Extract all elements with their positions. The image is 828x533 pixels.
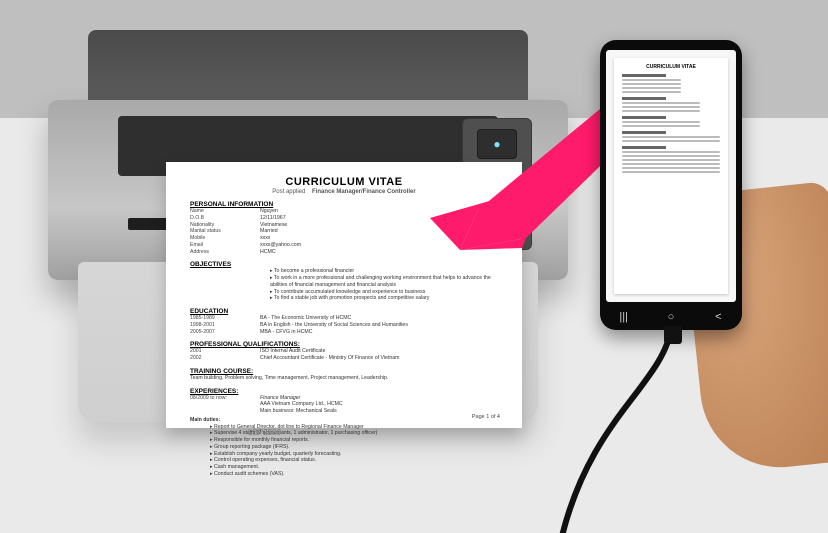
- qual-0-y: 2001: [190, 348, 260, 355]
- lbl-addr: Address: [190, 249, 260, 256]
- exp-period: 08/2009 to now:: [190, 395, 260, 402]
- edu-0-y: 1985-1989: [190, 315, 260, 322]
- duty-7: Conduct audit schemes (VAS).: [190, 471, 498, 478]
- nav-back-button[interactable]: <: [711, 310, 725, 324]
- post-applied-label: Post applied: [272, 189, 305, 195]
- heading-education: EDUCATION: [190, 308, 498, 315]
- duty-0: Report to General Director, dot line to …: [190, 424, 498, 431]
- heading-exp: EXPERIENCES:: [190, 388, 498, 395]
- obj-3: To find a stable job with promotion pros…: [190, 295, 498, 302]
- duty-4: Establish company yearly budget, quarter…: [190, 451, 498, 458]
- duty-3: Group reporting package (IFRS).: [190, 444, 498, 451]
- section-qualifications: PROFESSIONAL QUALIFICATIONS: 2001ISO Int…: [190, 341, 498, 362]
- section-education: EDUCATION 1985-1989BA - The Economic Uni…: [190, 308, 498, 335]
- lbl-email: Email: [190, 242, 260, 249]
- preview-sec-3: [622, 116, 666, 119]
- obj-0: To become a professional financier: [190, 268, 498, 275]
- heading-training: TRAINING COURSE:: [190, 368, 498, 375]
- print-preview-page: CURRICULUM VITAE: [614, 58, 728, 294]
- duty-1: Supervise 4 staffs (2 accountants, 1 adm…: [190, 430, 498, 437]
- preview-title: CURRICULUM VITAE: [622, 64, 720, 70]
- val-addr: HCMC: [260, 249, 498, 256]
- heading-qual: PROFESSIONAL QUALIFICATIONS:: [190, 341, 498, 348]
- page-indicator: Page 1 of 4: [472, 414, 500, 420]
- printer-status-button[interactable]: ●: [477, 129, 517, 159]
- edu-1-y: 1998-2001: [190, 322, 260, 329]
- obj-2: To contribute accumulated knowledge and …: [190, 289, 498, 296]
- edu-2-t: MBA - CFVG in HCMC: [260, 329, 498, 336]
- edu-0-t: BA - The Economic University of HCMC: [260, 315, 498, 322]
- nav-home-button[interactable]: ○: [664, 310, 678, 324]
- lbl-mob: Mobile: [190, 235, 260, 242]
- duty-2: Responsible for monthly financial report…: [190, 437, 498, 444]
- qual-0-t: ISO Internal Audit Certificate: [260, 348, 498, 355]
- lbl-name: Name: [190, 208, 260, 215]
- val-mar: Married: [260, 228, 498, 235]
- post-applied-value: Finance Manager/Finance Controller: [312, 189, 416, 195]
- qual-1-t: Chief Accountant Certificate - Ministry …: [260, 355, 498, 362]
- photo-scene: ● ⏻ CURRICULUM VITAE Post applied Financ…: [0, 0, 828, 533]
- cv-post-applied: Post applied Finance Manager/Finance Con…: [190, 189, 498, 195]
- exp-biz: Main business: Mechanical Seals: [260, 408, 498, 415]
- val-name: Nguyen: [260, 208, 498, 215]
- cv-title: CURRICULUM VITAE: [190, 176, 498, 188]
- section-personal: PERSONAL INFORMATION NameNguyen D.O.B12/…: [190, 201, 498, 255]
- val-nat: Vietnamese: [260, 222, 498, 229]
- qual-1-y: 2002: [190, 355, 260, 362]
- heading-objectives: OBJECTIVES: [190, 261, 498, 268]
- preview-sec-1: [622, 74, 666, 77]
- heading-personal: PERSONAL INFORMATION: [190, 201, 498, 208]
- duty-6: Cash management.: [190, 464, 498, 471]
- printed-cv-page: CURRICULUM VITAE Post applied Finance Ma…: [166, 162, 522, 428]
- phone-screen[interactable]: CURRICULUM VITAE: [606, 50, 736, 302]
- preview-sec-5: [622, 146, 666, 149]
- val-email: xxxx@yahoo.com: [260, 242, 498, 249]
- section-objectives: OBJECTIVES To become a professional fina…: [190, 261, 498, 302]
- nav-recent-button[interactable]: |||: [617, 310, 631, 324]
- edu-1-t: BA in English - the University of Social…: [260, 322, 498, 329]
- printer-model-label: LBP2900: [248, 428, 281, 437]
- laser-printer: ● ⏻ CURRICULUM VITAE Post applied Financ…: [48, 30, 568, 410]
- lbl-dob: D.O.B: [190, 215, 260, 222]
- val-mob: xxxx: [260, 235, 498, 242]
- section-experiences: EXPERIENCES: 08/2009 to now:Finance Mana…: [190, 388, 498, 478]
- lbl-nat: Nationality: [190, 222, 260, 229]
- edu-2-y: 2005-2007: [190, 329, 260, 336]
- obj-1: To work in a more professional and chall…: [190, 275, 498, 289]
- training-text: Team building, Problem solving, Time man…: [190, 375, 498, 382]
- usb-cable: [552, 326, 812, 533]
- exp-role: Finance Manager: [260, 395, 300, 401]
- val-dob: 12/11/1967: [260, 215, 498, 222]
- preview-sec-4: [622, 131, 666, 134]
- preview-sec-2: [622, 97, 666, 100]
- smartphone: CURRICULUM VITAE ||| ○ <: [600, 40, 742, 330]
- lbl-mar: Marital status: [190, 228, 260, 235]
- section-training: TRAINING COURSE: Team building, Problem …: [190, 368, 498, 382]
- exp-company: AAA Vietnam Company Ltd., HCMC: [260, 401, 498, 408]
- duty-5: Control operating expenses, financial st…: [190, 457, 498, 464]
- duties-heading: Main duties:: [190, 417, 498, 424]
